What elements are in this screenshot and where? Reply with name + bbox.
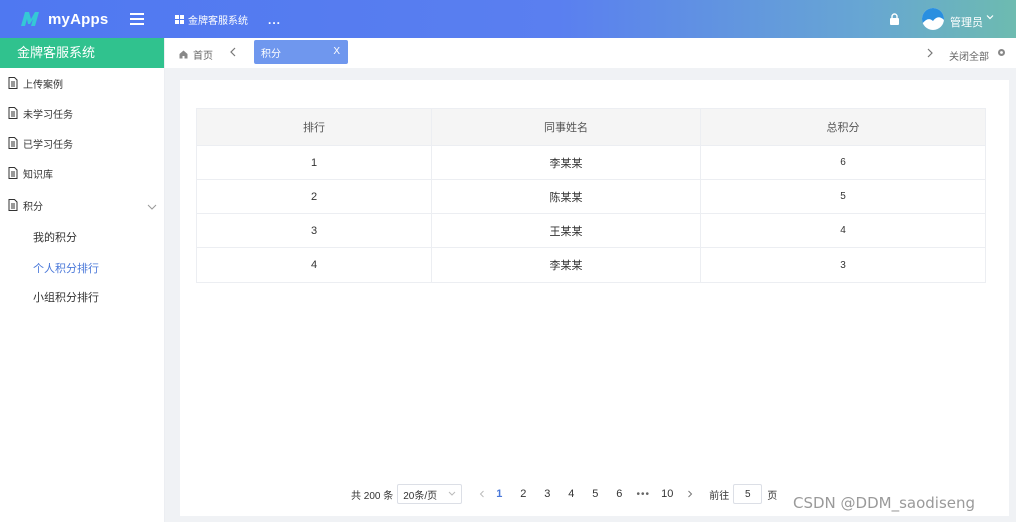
tab-home[interactable]: 首页: [179, 47, 213, 62]
user-name[interactable]: 管理员: [950, 14, 983, 30]
goto-suffix: 页: [767, 490, 778, 502]
sidebar-item-label: 未学习任务: [23, 109, 73, 121]
page-number-1[interactable]: 1: [487, 488, 511, 500]
tab-home-label: 首页: [193, 51, 213, 62]
table-row: 3 王某某 4: [197, 214, 985, 248]
sidebar-item-learned-tasks[interactable]: 已学习任务: [0, 128, 165, 158]
page-number-5[interactable]: 5: [583, 488, 607, 500]
page-number-last[interactable]: 10: [655, 488, 679, 500]
tabs-bar: 首页 积分 X 关闭全部: [165, 38, 1016, 68]
tab-points-label: 积分: [261, 48, 281, 60]
table-row: 2 陈某某 5: [197, 180, 985, 214]
sidebar-item-knowledge-base[interactable]: 知识库: [0, 158, 165, 188]
table-row: 1 李某某 6: [197, 146, 985, 180]
sidebar-title: 金牌客服系统: [0, 38, 164, 68]
more-pages-icon[interactable]: •••: [631, 489, 655, 500]
chevron-down-icon[interactable]: [986, 13, 994, 21]
document-icon: [8, 167, 18, 179]
sidebar-item-points[interactable]: 积分: [0, 190, 165, 220]
page-size-value: 20条/页: [403, 490, 438, 502]
close-all-tabs-button[interactable]: 关闭全部: [949, 48, 989, 63]
sidebar-item-label: 积分: [23, 201, 43, 213]
page-number-2[interactable]: 2: [511, 488, 535, 500]
tab-points[interactable]: 积分 X: [254, 40, 348, 64]
home-icon: [179, 50, 188, 59]
rank-cell: 2: [197, 180, 432, 213]
document-icon: [8, 107, 18, 119]
chevron-down-icon: [448, 491, 456, 496]
column-header-colleague-name: 同事姓名: [432, 109, 701, 145]
sidebar-subitem-personal-ranking[interactable]: 个人积分排行: [33, 260, 99, 276]
chevron-right-icon[interactable]: [927, 48, 933, 58]
rank-cell: 3: [197, 214, 432, 247]
table-row: 4 李某某 3: [197, 248, 985, 282]
sidebar-item-label: 上传案例: [23, 79, 63, 91]
page-number-3[interactable]: 3: [535, 488, 559, 500]
watermark: CSDN @DDM_saodiseng: [793, 494, 976, 512]
sidebar: 金牌客服系统 上传案例 未学习任务 已学习任务 知识库 积分 我的积分 个人积分…: [0, 38, 165, 522]
gear-icon[interactable]: [997, 48, 1006, 57]
sidebar-subitem-my-points[interactable]: 我的积分: [33, 229, 77, 245]
document-icon: [8, 199, 18, 211]
chevron-left-icon[interactable]: [230, 47, 236, 57]
name-cell: 李某某: [432, 146, 701, 179]
document-icon: [8, 137, 18, 149]
sidebar-item-label: 知识库: [23, 169, 53, 181]
grid-icon: [175, 14, 184, 24]
main-content: 排行 同事姓名 总积分 1 李某某 6 2 陈某某 5 3 王某某 4 4 李某…: [180, 80, 1009, 516]
rank-cell: 4: [197, 248, 432, 282]
menu-collapse-icon[interactable]: [130, 13, 144, 25]
pagination-total: 共 200 条: [351, 490, 394, 502]
app-name: myApps: [48, 10, 109, 28]
sidebar-item-upload-case[interactable]: 上传案例: [0, 68, 165, 98]
chevron-down-icon[interactable]: [147, 203, 157, 211]
avatar-image-icon: [922, 8, 944, 30]
top-header: myApps 金牌客服系统 ... 管理员: [0, 0, 1016, 38]
sidebar-subitem-group-ranking[interactable]: 小组积分排行: [33, 289, 99, 305]
page-number-4[interactable]: 4: [559, 488, 583, 500]
prev-page-icon[interactable]: [477, 489, 487, 499]
lock-icon[interactable]: [889, 13, 900, 25]
name-cell: 李某某: [432, 248, 701, 282]
next-page-icon[interactable]: [685, 489, 695, 499]
page-number-6[interactable]: 6: [607, 488, 631, 500]
table-header-row: 排行 同事姓名 总积分: [197, 109, 985, 146]
name-cell: 王某某: [432, 214, 701, 247]
system-menu-label: 金牌客服系统: [188, 15, 248, 27]
system-menu[interactable]: 金牌客服系统: [175, 0, 248, 38]
sidebar-item-unlearned-tasks[interactable]: 未学习任务: [0, 98, 165, 128]
avatar[interactable]: [922, 8, 944, 30]
name-cell: 陈某某: [432, 180, 701, 213]
pagination: 共 200 条 20条/页 1 2 3 4 5 6 ••• 10 前往 页: [351, 483, 777, 505]
column-header-rank: 排行: [197, 109, 432, 145]
logo-icon: [21, 12, 39, 26]
goto-label: 前往: [709, 490, 730, 502]
tab-close-button[interactable]: X: [333, 46, 340, 57]
sidebar-item-label: 已学习任务: [23, 139, 73, 151]
goto-page-input[interactable]: [733, 484, 763, 504]
column-header-total-points: 总积分: [826, 122, 860, 134]
more-menu-button[interactable]: ...: [268, 13, 281, 27]
rank-cell: 1: [197, 146, 432, 179]
points-cell: 4: [840, 225, 846, 236]
document-icon: [8, 77, 18, 89]
page-size-select[interactable]: 20条/页: [397, 484, 463, 504]
points-cell: 5: [840, 191, 846, 202]
points-cell: 3: [840, 259, 846, 271]
ranking-table: 排行 同事姓名 总积分 1 李某某 6 2 陈某某 5 3 王某某 4 4 李某…: [196, 108, 986, 283]
points-cell: 6: [840, 157, 846, 168]
